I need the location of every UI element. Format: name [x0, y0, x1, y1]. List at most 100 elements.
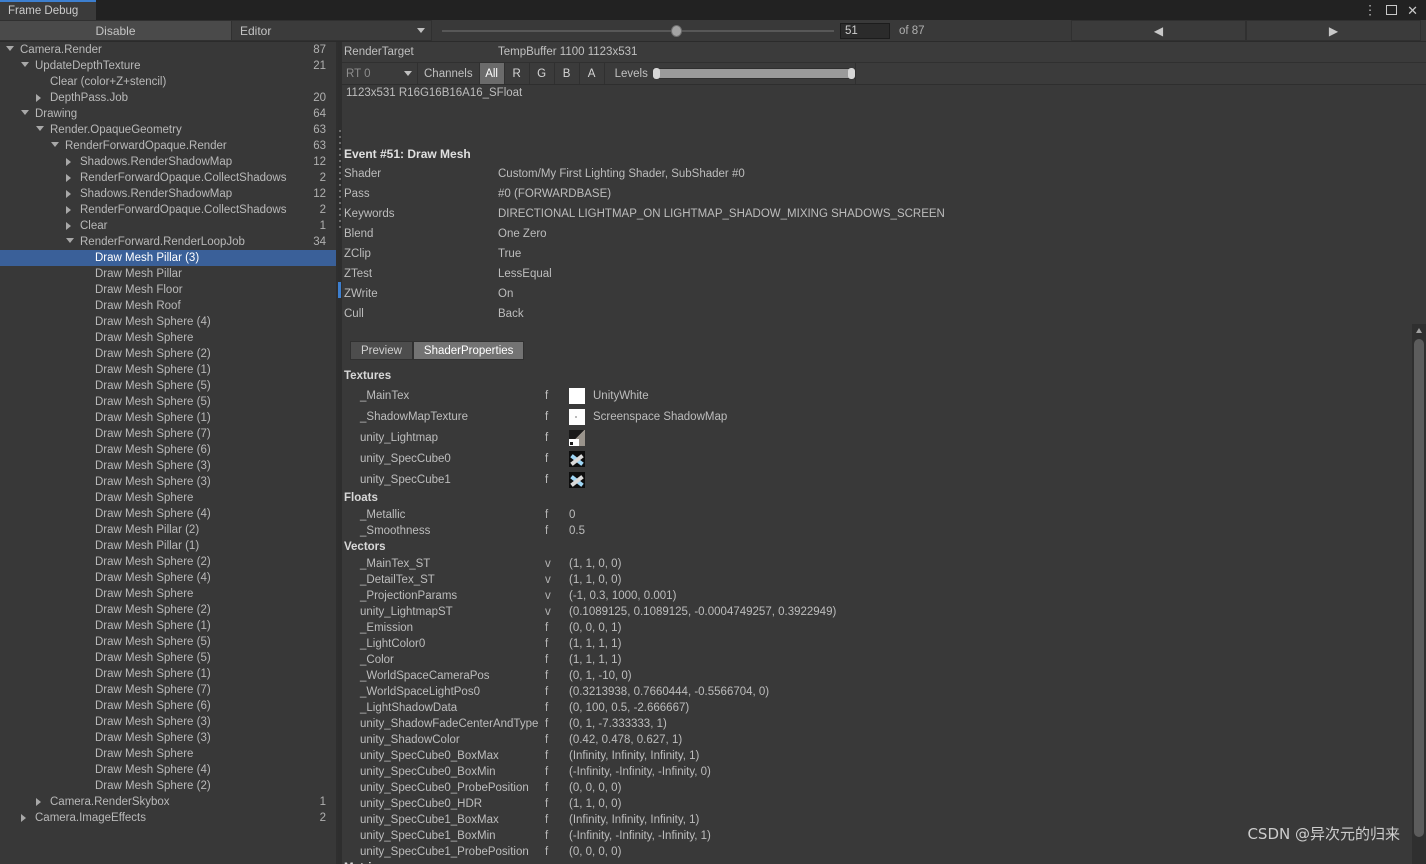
tree-row[interactable]: Clear 1 — [0, 218, 338, 234]
rt-selector[interactable]: RT 0 — [342, 63, 418, 84]
channel-button-b[interactable]: B — [554, 63, 580, 84]
tree-row[interactable]: UpdateDepthTexture 21 — [0, 58, 338, 74]
tree-row[interactable]: Draw Mesh Sphere (7) — [0, 426, 338, 442]
close-icon[interactable]: ✕ — [1407, 4, 1418, 17]
tree-row[interactable]: RenderForwardOpaque.CollectShadows 2 — [0, 202, 338, 218]
detail-scrollbar[interactable] — [1412, 324, 1426, 864]
chevron-right-icon[interactable] — [66, 221, 71, 230]
texture-row: unity_SpecCube0 f — [342, 448, 1426, 469]
tree-row[interactable]: Draw Mesh Sphere — [0, 746, 338, 762]
tree-row[interactable]: Draw Mesh Sphere (5) — [0, 650, 338, 666]
tree-row[interactable]: Draw Mesh Sphere (2) — [0, 778, 338, 794]
tree-row[interactable]: Draw Mesh Sphere (6) — [0, 698, 338, 714]
levels-slider-max-knob[interactable] — [847, 68, 855, 79]
levels-slider-min-knob[interactable] — [652, 68, 660, 79]
event-slider-knob[interactable] — [671, 24, 683, 37]
tree-row[interactable]: Shadows.RenderShadowMap 12 — [0, 154, 338, 170]
chevron-right-icon[interactable] — [21, 813, 26, 822]
event-tree-panel[interactable]: Camera.Render 87 UpdateDepthTexture 21 Clear… — [0, 42, 338, 864]
tree-row[interactable]: Draw Mesh Sphere (1) — [0, 362, 338, 378]
tree-row[interactable]: Draw Mesh Floor — [0, 282, 338, 298]
tab-frame-debug[interactable]: Frame Debug — [0, 0, 96, 20]
chevron-down-icon[interactable] — [51, 142, 59, 147]
tree-row[interactable]: Draw Mesh Sphere (4) — [0, 506, 338, 522]
tree-row[interactable]: RenderForwardOpaque.CollectShadows 2 — [0, 170, 338, 186]
tree-row[interactable]: Draw Mesh Sphere (7) — [0, 682, 338, 698]
tree-row[interactable]: Draw Mesh Sphere — [0, 490, 338, 506]
tree-row[interactable]: RenderForward.RenderLoopJob 34 — [0, 234, 338, 250]
chevron-right-icon[interactable] — [66, 189, 71, 198]
disable-button[interactable]: Disable — [0, 20, 232, 41]
channel-button-a[interactable]: A — [579, 63, 605, 84]
tree-row[interactable]: Draw Mesh Pillar (3) — [0, 250, 338, 266]
tree-row[interactable]: Draw Mesh Pillar (1) — [0, 538, 338, 554]
tree-row[interactable]: Draw Mesh Sphere (3) — [0, 458, 338, 474]
tree-row[interactable]: Draw Mesh Sphere (1) — [0, 618, 338, 634]
vector-row-type: v — [545, 558, 551, 570]
texture-swatch-icon[interactable] — [569, 450, 585, 467]
tree-row[interactable]: Draw Mesh Sphere (2) — [0, 554, 338, 570]
event-slider[interactable] — [432, 20, 840, 41]
levels-slider[interactable] — [652, 68, 855, 79]
tree-row[interactable]: Draw Mesh Sphere (4) — [0, 570, 338, 586]
tree-row[interactable]: Draw Mesh Sphere — [0, 330, 338, 346]
chevron-right-icon[interactable] — [66, 205, 71, 214]
target-dropdown[interactable]: Editor — [232, 20, 432, 41]
maximize-icon[interactable] — [1386, 5, 1398, 15]
detail-tab-preview[interactable]: Preview — [350, 341, 413, 360]
detail-tab-shaderproperties[interactable]: ShaderProperties — [412, 341, 525, 360]
tree-row[interactable]: Draw Mesh Roof — [0, 298, 338, 314]
tree-row[interactable]: Draw Mesh Sphere (4) — [0, 314, 338, 330]
event-index-input[interactable]: 51 — [840, 23, 890, 39]
chevron-right-icon[interactable] — [66, 157, 71, 166]
chevron-down-icon[interactable] — [6, 46, 14, 51]
tree-row[interactable]: Draw Mesh Sphere (5) — [0, 378, 338, 394]
tree-row[interactable]: Draw Mesh Sphere (3) — [0, 714, 338, 730]
tree-row[interactable]: Draw Mesh Sphere (3) — [0, 730, 338, 746]
tree-row[interactable]: DepthPass.Job 20 — [0, 90, 338, 106]
tree-row[interactable]: Draw Mesh Sphere (2) — [0, 602, 338, 618]
tree-row[interactable]: Drawing 64 — [0, 106, 338, 122]
tree-row[interactable]: Clear (color+Z+stencil) — [0, 74, 338, 90]
tree-row[interactable]: Draw Mesh Sphere — [0, 586, 338, 602]
tree-row[interactable]: Draw Mesh Sphere (1) — [0, 410, 338, 426]
next-event-button[interactable]: ▶ — [1246, 20, 1421, 41]
tree-row[interactable]: Draw Mesh Sphere (4) — [0, 762, 338, 778]
texture-swatch-icon[interactable] — [569, 408, 585, 425]
chevron-right-icon[interactable] — [36, 797, 41, 806]
texture-swatch-icon[interactable] — [569, 471, 585, 488]
chevron-down-icon[interactable] — [36, 126, 44, 131]
render-target-value: TempBuffer 1100 1123x531 — [498, 46, 638, 58]
texture-row: _MainTex f UnityWhite — [342, 385, 1426, 406]
texture-swatch-icon[interactable] — [569, 429, 585, 446]
chevron-down-icon[interactable] — [66, 238, 74, 243]
tree-row[interactable]: Draw Mesh Sphere (2) — [0, 346, 338, 362]
channel-button-all[interactable]: All — [479, 63, 505, 84]
scroll-up-icon[interactable] — [1416, 328, 1422, 333]
tree-row[interactable]: Draw Mesh Sphere (3) — [0, 474, 338, 490]
tree-row[interactable]: Shadows.RenderShadowMap 12 — [0, 186, 338, 202]
tree-row[interactable]: Camera.RenderSkybox 1 — [0, 794, 338, 810]
chevron-down-icon[interactable] — [21, 110, 29, 115]
tree-row[interactable]: Draw Mesh Pillar — [0, 266, 338, 282]
prev-event-button[interactable]: ◀ — [1071, 20, 1246, 41]
channel-button-r[interactable]: R — [504, 63, 530, 84]
tree-row[interactable]: Draw Mesh Pillar (2) — [0, 522, 338, 538]
tree-row[interactable]: Draw Mesh Sphere (5) — [0, 394, 338, 410]
kebab-menu-icon[interactable]: ⋮ — [1364, 3, 1376, 16]
tree-row[interactable]: Render.OpaqueGeometry 63 — [0, 122, 338, 138]
chevron-down-icon[interactable] — [21, 62, 29, 67]
texture-swatch-icon[interactable] — [569, 387, 585, 404]
tree-row[interactable]: Draw Mesh Sphere (1) — [0, 666, 338, 682]
float-row-type: f — [545, 509, 549, 521]
tree-row[interactable]: Camera.ImageEffects 2 — [0, 810, 338, 826]
tree-row-label: Draw Mesh Sphere (1) — [95, 412, 211, 424]
chevron-right-icon[interactable] — [66, 173, 71, 182]
tree-row[interactable]: RenderForwardOpaque.Render 63 — [0, 138, 338, 154]
detail-scrollbar-thumb[interactable] — [1414, 339, 1424, 837]
channel-button-g[interactable]: G — [529, 63, 555, 84]
chevron-right-icon[interactable] — [36, 93, 41, 102]
tree-row[interactable]: Draw Mesh Sphere (5) — [0, 634, 338, 650]
tree-row[interactable]: Draw Mesh Sphere (6) — [0, 442, 338, 458]
tree-row[interactable]: Camera.Render 87 — [0, 42, 338, 58]
